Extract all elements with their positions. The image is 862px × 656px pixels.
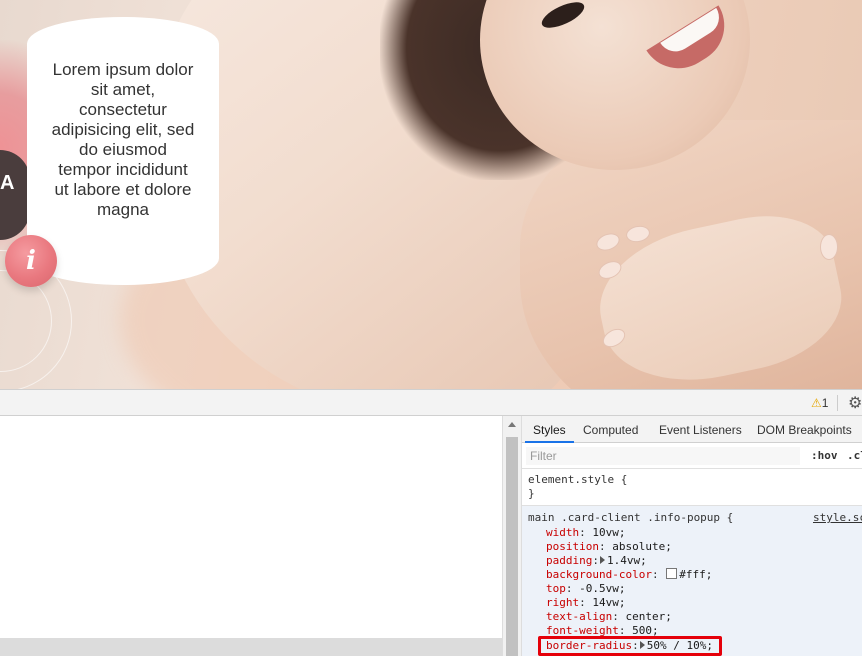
declaration-padding[interactable]: padding: 1.4vw; — [546, 554, 647, 568]
info-popup: Lorem ipsum dolor sit amet, consectetur … — [27, 17, 219, 285]
declaration-position[interactable]: position: absolute; — [546, 540, 672, 554]
info-icon: i — [26, 246, 36, 276]
element-style-close: } — [528, 487, 535, 500]
property-name: top — [546, 582, 566, 595]
hover-state-button[interactable]: :hov — [811, 449, 838, 462]
declaration-text-align[interactable]: text-align: center; — [546, 610, 672, 624]
property-name: right — [546, 596, 580, 609]
declaration-background-color[interactable]: background-color: #fff; — [546, 568, 712, 582]
toolbar-divider — [837, 395, 838, 411]
vertical-scrollbar[interactable] — [502, 416, 522, 656]
styles-pane: Styles Computed Event Listeners DOM Brea… — [522, 416, 862, 656]
scroll-up-arrow[interactable] — [508, 422, 516, 427]
property-name: position — [546, 540, 599, 553]
filter-input[interactable] — [526, 447, 800, 465]
tab-event-listeners[interactable]: Event Listeners — [659, 423, 742, 437]
css-rule-info-popup: main .card-client .info-popup { style.sc… — [522, 506, 862, 656]
rule-source-link[interactable]: style.sc — [813, 511, 862, 525]
horizontal-scrollbar[interactable] — [0, 638, 502, 656]
property-name: width — [546, 526, 580, 539]
tab-computed[interactable]: Computed — [583, 423, 638, 437]
highlight-annotation — [538, 636, 722, 656]
property-value[interactable]: 1.4vw; — [607, 554, 647, 567]
sidebar-tabs: Styles Computed Event Listeners DOM Brea… — [522, 416, 862, 443]
partial-heading-letter: A — [0, 172, 15, 194]
property-name: background-color — [546, 568, 652, 581]
warning-icon: ⚠ — [811, 396, 822, 410]
photo-fingernail — [820, 234, 838, 260]
property-value[interactable]: #fff; — [679, 568, 712, 581]
scrollbar-thumb[interactable] — [506, 437, 518, 656]
devtools-panel: ⚠1 ⚙ Styles Computed Event Listeners DOM… — [0, 389, 862, 656]
info-button[interactable]: i — [5, 235, 57, 287]
element-style-rule[interactable]: element.style { } — [528, 473, 627, 501]
expand-triangle-icon[interactable] — [599, 556, 605, 564]
devtools-toolbar: ⚠1 ⚙ — [0, 389, 862, 416]
tab-dom-breakpoints[interactable]: DOM Breakpoints — [757, 423, 852, 437]
declaration-width[interactable]: width: 10vw; — [546, 526, 626, 540]
warnings-counter[interactable]: ⚠1 — [811, 396, 828, 410]
property-value[interactable]: -0.5vw; — [579, 582, 625, 595]
info-popup-text: Lorem ipsum dolor sit amet, consectetur … — [51, 60, 195, 219]
filter-bar: :hov .cl — [522, 445, 862, 469]
tab-styles[interactable]: Styles — [533, 423, 566, 437]
declaration-right[interactable]: right: 14vw; — [546, 596, 626, 610]
property-value[interactable]: center; — [625, 610, 671, 623]
rule-selector[interactable]: main .card-client .info-popup { — [528, 511, 733, 525]
property-name: text-align — [546, 610, 613, 623]
active-tab-indicator — [525, 441, 574, 443]
color-swatch-icon[interactable] — [666, 568, 678, 579]
element-style-selector: element.style { — [528, 473, 628, 486]
warning-count: 1 — [821, 396, 829, 410]
property-name: padding — [546, 554, 593, 567]
declaration-top[interactable]: top: -0.5vw; — [546, 582, 625, 596]
gear-icon[interactable]: ⚙ — [848, 393, 862, 413]
class-toggle-button[interactable]: .cl — [847, 449, 862, 462]
property-value[interactable]: 10vw; — [592, 526, 625, 539]
elements-tree-panel[interactable] — [0, 416, 502, 656]
page-viewport: A Lorem ipsum dolor sit amet, consectetu… — [0, 0, 862, 389]
property-value[interactable]: 14vw; — [592, 596, 625, 609]
property-value[interactable]: absolute; — [612, 540, 672, 553]
